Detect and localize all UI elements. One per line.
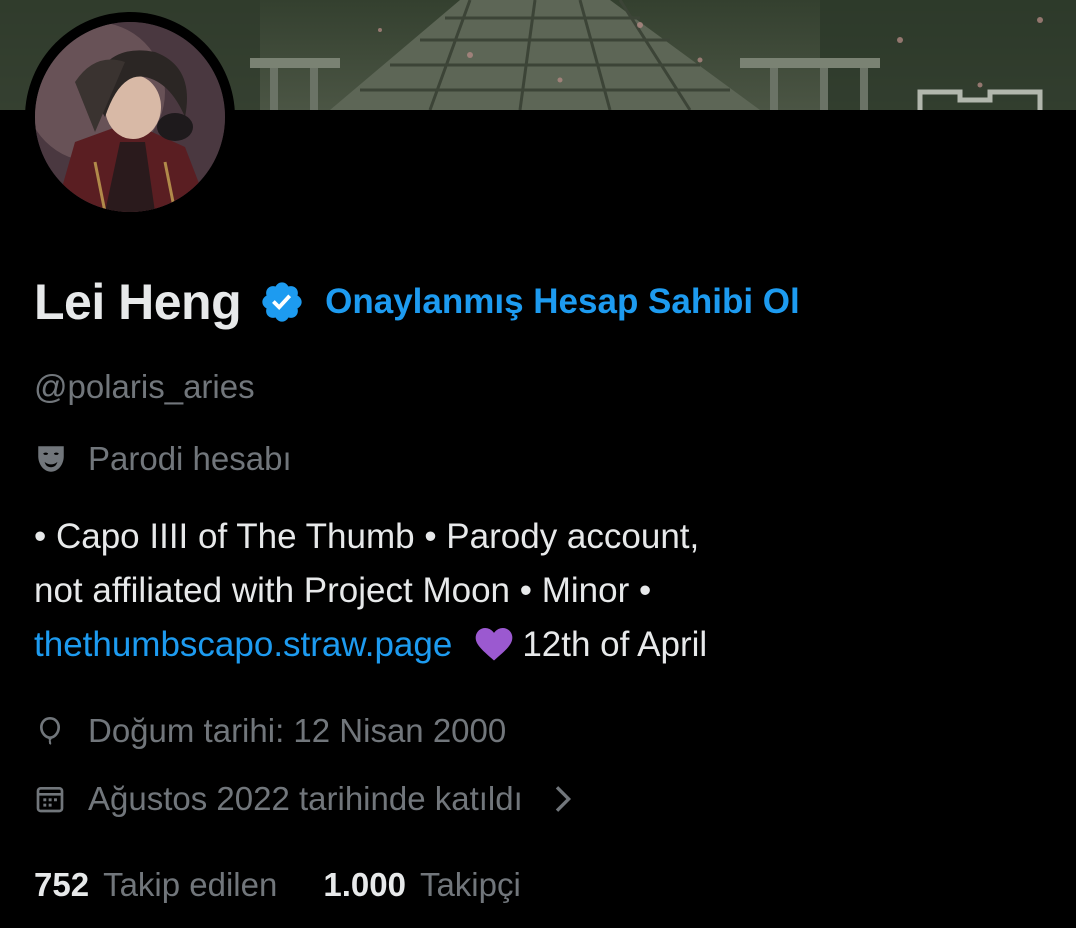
name-row: Lei Heng Onaylanmış Hesap Sahibi Ol: [34, 270, 800, 334]
bio-birthday-text: 12th of April: [522, 625, 708, 664]
bio-line-1: • Capo IIII of The Thumb • Parody accoun…: [34, 517, 700, 556]
birthday-text: Doğum tarihi: 12 Nisan 2000: [88, 712, 507, 749]
parody-label-row: Parodi hesabı: [34, 440, 292, 478]
avatar-image: [35, 22, 225, 212]
bio-line-2: not affiliated with Project Moon • Minor…: [34, 571, 652, 610]
bio-line-3: thethumbscapo.straw.page 12th of April: [34, 618, 1034, 672]
followers-stat[interactable]: 1.000 Takipçi: [323, 866, 520, 904]
joined-text: Ağustos 2022 tarihinde katıldı: [88, 780, 523, 817]
joined-date-row[interactable]: Ağustos 2022 tarihinde katıldı: [34, 780, 573, 818]
following-label: Takip edilen: [103, 866, 278, 903]
bio-website-link[interactable]: thethumbscapo.straw.page: [34, 625, 452, 664]
avatar[interactable]: [35, 22, 225, 212]
following-stat[interactable]: 752 Takip edilen: [34, 866, 277, 904]
followers-count: 1.000: [323, 866, 406, 903]
parody-label: Parodi hesabı: [88, 440, 292, 477]
verified-badge-icon[interactable]: [259, 279, 305, 325]
purple-heart-icon: [474, 624, 514, 662]
birthday-row: Doğum tarihi: 12 Nisan 2000: [34, 712, 506, 750]
chevron-right-icon: [551, 784, 573, 814]
followers-label: Takipçi: [419, 866, 521, 903]
calendar-icon: [34, 783, 66, 815]
following-count: 752: [34, 866, 90, 903]
username-handle: @polaris_aries: [34, 368, 255, 405]
display-name: Lei Heng: [34, 274, 242, 330]
follow-stats: 752 Takip edilen 1.000 Takipçi: [34, 866, 521, 904]
profile-bio: • Capo IIII of The Thumb • Parody accoun…: [34, 510, 1034, 672]
balloon-icon: [34, 715, 66, 747]
get-verified-link[interactable]: Onaylanmış Hesap Sahibi Ol: [325, 282, 800, 322]
theater-mask-icon: [34, 442, 68, 476]
